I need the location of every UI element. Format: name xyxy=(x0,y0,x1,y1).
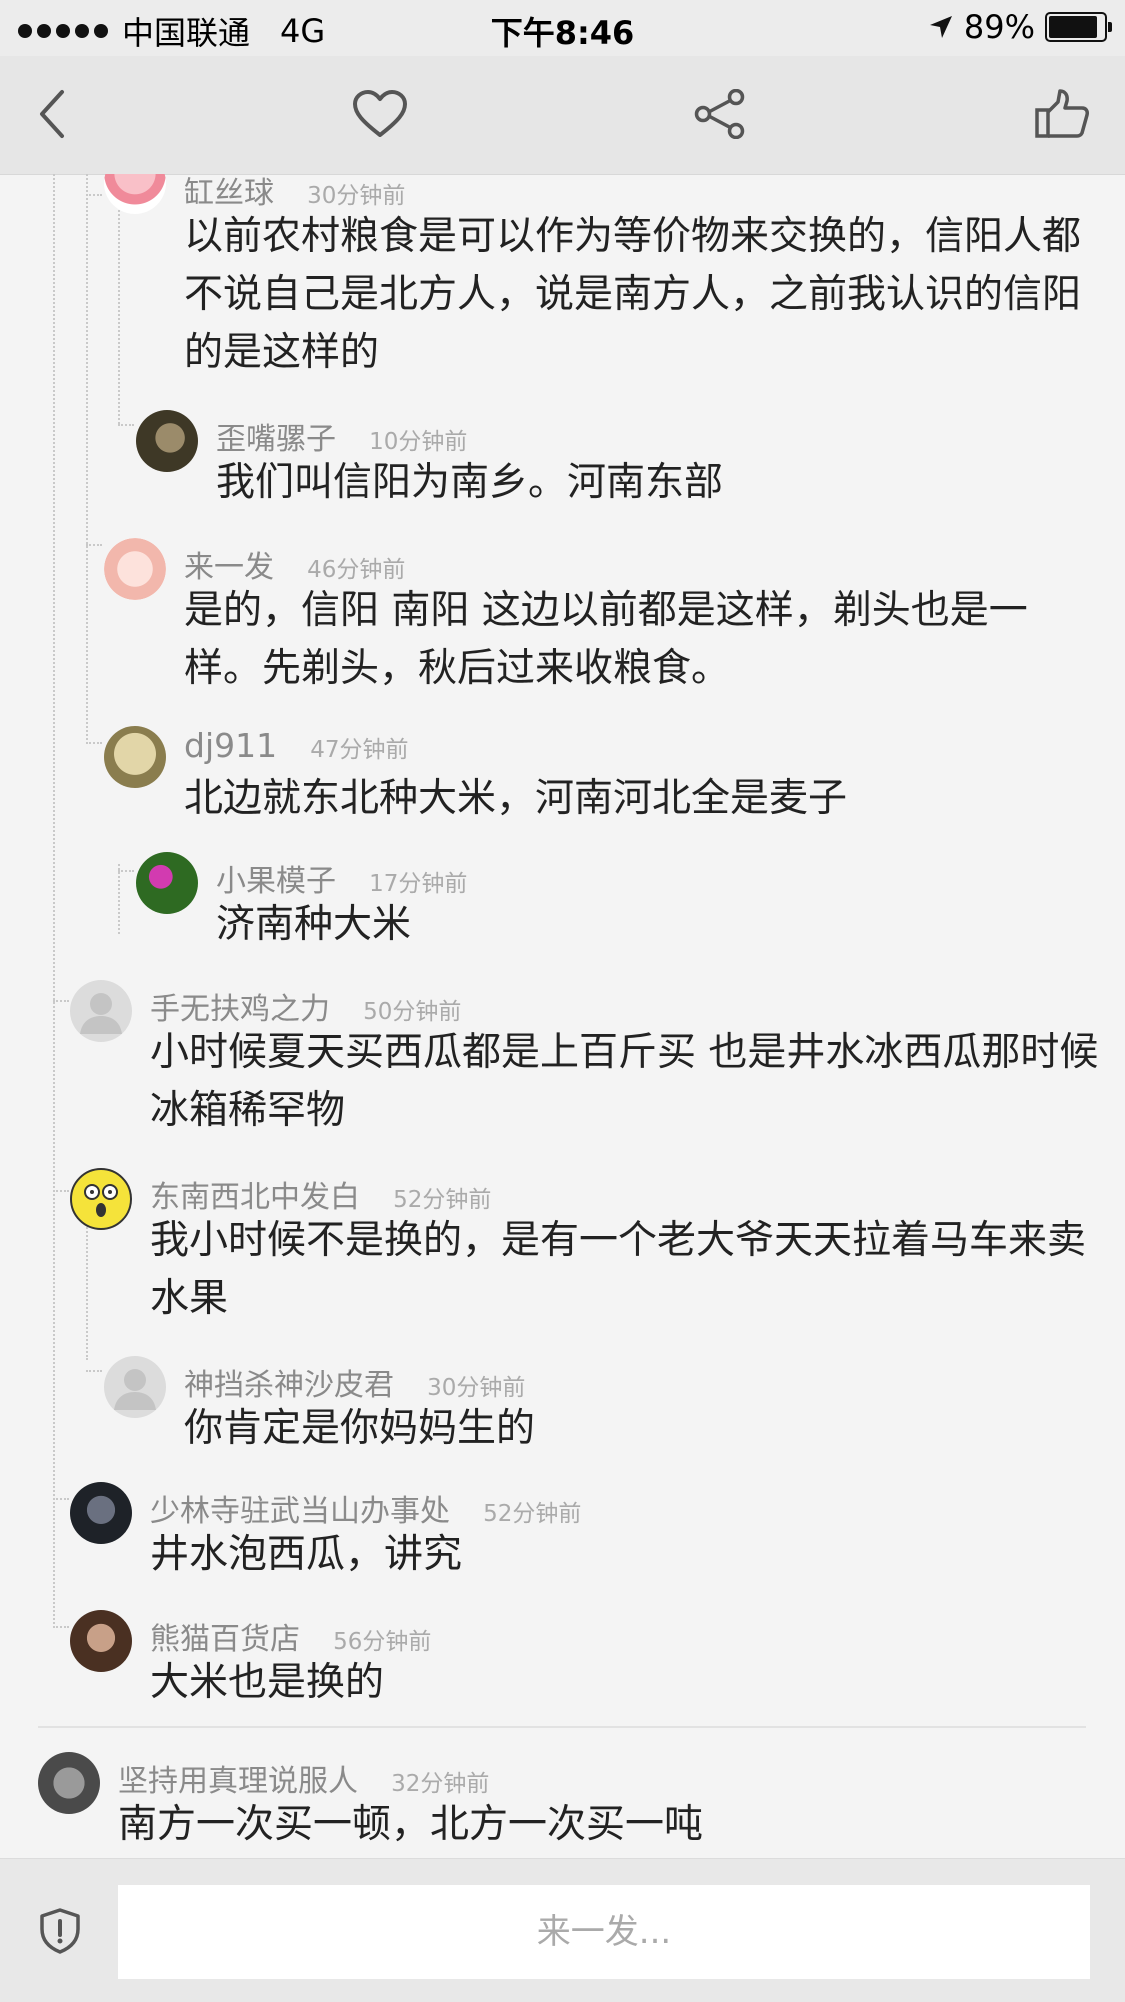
comment-username[interactable]: 歪嘴骡子 xyxy=(216,422,336,457)
comment-time: 17分钟前 xyxy=(369,871,468,897)
thread-line xyxy=(86,194,102,196)
comment-text[interactable]: 小时候夏天买西瓜都是上百斤买 也是井水冰西瓜那时候冰箱稀罕物 xyxy=(150,1024,1100,1140)
comment-time: 32分钟前 xyxy=(391,1771,490,1797)
comment-username[interactable]: 熊猫百货店 xyxy=(150,1622,300,1657)
comment-username[interactable]: 来一发 xyxy=(184,550,274,585)
comment-username[interactable]: 坚持用真理说服人 xyxy=(118,1764,358,1799)
thread-line xyxy=(86,1224,88,1360)
comment-text[interactable]: 我小时候不是换的，是有一个老大爷天天拉着马车来卖水果 xyxy=(150,1212,1110,1328)
comment-text[interactable]: 大米也是换的 xyxy=(150,1654,1100,1712)
comment-username[interactable]: 神挡杀神沙皮君 xyxy=(184,1368,394,1403)
thread-line xyxy=(118,174,120,424)
default-avatar-icon xyxy=(114,1369,156,1410)
face-avatar-icon xyxy=(84,1184,118,1217)
avatar[interactable] xyxy=(70,1482,132,1544)
comment-text[interactable]: 南方一次买一顿，北方一次买一吨 xyxy=(118,1796,1098,1854)
comment-time: 52分钟前 xyxy=(393,1187,492,1213)
comment-time: 52分钟前 xyxy=(483,1501,582,1527)
thread-line xyxy=(53,1000,69,1002)
shield-button[interactable] xyxy=(36,1907,84,1955)
like-button[interactable] xyxy=(1030,82,1094,146)
avatar[interactable] xyxy=(104,538,166,600)
battery-percent: 89% xyxy=(963,8,1035,46)
thread-line xyxy=(53,1190,69,1192)
avatar[interactable] xyxy=(136,852,198,914)
comment-time: 50分钟前 xyxy=(363,999,462,1025)
reply-bar xyxy=(0,1858,1125,2002)
thread-line xyxy=(86,742,102,744)
battery-icon xyxy=(1045,12,1112,42)
thread-line xyxy=(86,1370,102,1372)
comment-username[interactable]: 手无扶鸡之力 xyxy=(150,992,330,1027)
avatar[interactable] xyxy=(136,410,198,472)
location-arrow-icon xyxy=(929,16,952,38)
comment-username[interactable]: 少林寺驻武当山办事处 xyxy=(150,1494,450,1529)
comment-username[interactable]: 小果模子 xyxy=(216,864,336,899)
thread-line xyxy=(53,1626,69,1628)
comment-time: 46分钟前 xyxy=(307,557,406,583)
avatar[interactable] xyxy=(70,1610,132,1672)
avatar[interactable] xyxy=(70,980,132,1042)
avatar[interactable] xyxy=(104,726,166,788)
comment-username[interactable]: dj911 xyxy=(184,726,277,765)
status-bar: 中国联通 4G 下午8:46 89% xyxy=(0,0,1125,56)
comment-text[interactable]: 北边就东北种大米，河南河北全是麦子 xyxy=(184,770,1094,828)
comment-time: 56分钟前 xyxy=(333,1629,432,1655)
share-icon xyxy=(694,89,745,139)
comment-text[interactable]: 济南种大米 xyxy=(216,896,1096,954)
avatar[interactable] xyxy=(104,1356,166,1418)
comment-username[interactable]: 缸丝球 xyxy=(184,176,274,211)
thread-line xyxy=(118,870,134,872)
comment-time: 30分钟前 xyxy=(307,183,406,209)
top-toolbar xyxy=(0,56,1125,175)
thread-line xyxy=(86,544,102,546)
comment-text[interactable]: 你肯定是你妈妈生的 xyxy=(184,1400,1094,1458)
thread-line xyxy=(118,424,134,426)
comment-text[interactable]: 以前农村粮食是可以作为等价物来交换的，信阳人都不说自己是北方人，说是南方人，之前… xyxy=(184,208,1104,382)
favorite-button[interactable] xyxy=(348,82,412,146)
comment-text[interactable]: 我们叫信阳为南乡。河南东部 xyxy=(216,454,1096,512)
comment-time: 30分钟前 xyxy=(427,1375,526,1401)
thumbs-up-icon xyxy=(1035,89,1089,138)
comment-time: 47分钟前 xyxy=(310,737,409,763)
comment-time: 10分钟前 xyxy=(369,429,468,455)
back-button[interactable] xyxy=(20,82,84,146)
comment-text[interactable]: 井水泡西瓜，讲究 xyxy=(150,1526,1100,1584)
thread-line xyxy=(118,864,120,934)
avatar[interactable] xyxy=(38,1752,100,1814)
avatar[interactable] xyxy=(70,1168,132,1230)
thread-line xyxy=(53,1498,69,1500)
heart-icon xyxy=(353,90,407,137)
comment-thread[interactable]: 缸丝球 30分钟前 以前农村粮食是可以作为等价物来交换的，信阳人都不说自己是北方… xyxy=(0,174,1125,1858)
chevron-left-icon xyxy=(40,90,64,138)
comment-username[interactable]: 东南西北中发白 xyxy=(150,1180,360,1215)
reply-input[interactable] xyxy=(118,1885,1090,1979)
comment-text[interactable]: 是的，信阳 南阳 这边以前都是这样，剃头也是一样。先剃头，秋后过来收粮食。 xyxy=(184,582,1094,698)
avatar[interactable] xyxy=(104,174,166,214)
share-button[interactable] xyxy=(688,82,752,146)
thread-line xyxy=(86,174,88,744)
default-avatar-icon xyxy=(80,993,122,1034)
section-divider xyxy=(38,1726,1086,1728)
shield-icon xyxy=(40,1908,80,1954)
thread-line xyxy=(53,174,55,1624)
